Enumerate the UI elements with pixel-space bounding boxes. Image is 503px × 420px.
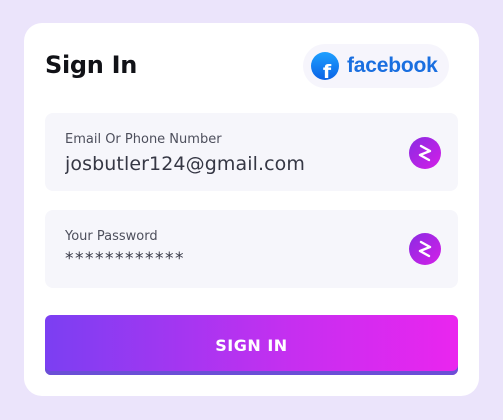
- facebook-icon: f: [311, 52, 339, 80]
- sign-in-button[interactable]: SIGN IN: [45, 315, 458, 375]
- facebook-label: facebook: [347, 54, 438, 77]
- shield-s-icon[interactable]: [409, 233, 441, 265]
- facebook-icon-glyph: f: [322, 61, 332, 81]
- email-input[interactable]: [65, 153, 385, 175]
- facebook-login-button[interactable]: f facebook: [303, 44, 449, 88]
- password-field[interactable]: Your Password: [45, 210, 458, 288]
- email-label: Email Or Phone Number: [65, 132, 222, 147]
- page-title: Sign In: [45, 51, 138, 79]
- password-input[interactable]: [65, 249, 385, 269]
- shield-s-icon[interactable]: [409, 137, 441, 169]
- sign-in-card: Sign In f facebook Email Or Phone Number…: [24, 23, 479, 396]
- email-field[interactable]: Email Or Phone Number: [45, 113, 458, 191]
- password-label: Your Password: [65, 229, 158, 244]
